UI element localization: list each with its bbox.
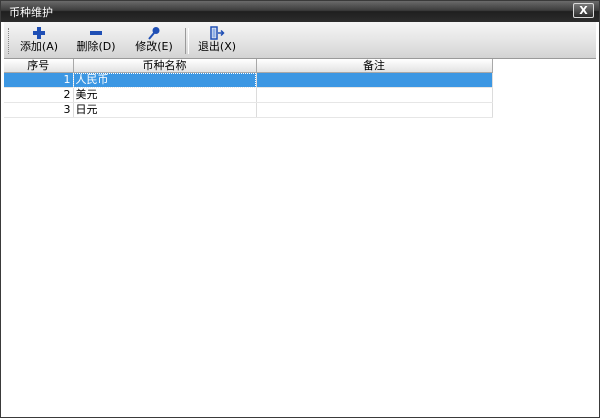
toolbar-grip[interactable] [8,28,12,54]
toolbar-separator [185,28,189,54]
add-button-label: 添加(A) [19,40,59,53]
window-title: 币种维护 [9,6,53,19]
title-bar[interactable]: 币种维护 X [1,1,599,22]
close-button[interactable]: X [573,3,594,18]
plus-icon [33,27,45,39]
table-row[interactable]: 2 美元 [4,87,493,103]
edit-icon [148,27,160,40]
delete-button-label: 删除(D) [76,40,116,53]
column-header-currency-name[interactable]: 币种名称 [73,59,257,73]
currency-maintenance-window: 币种维护 X 添加(A) 删除(D) 修改(E) 退出(X) 序号 币种名称 备… [0,0,600,418]
toolbar: 添加(A) 删除(D) 修改(E) 退出(X) [4,22,596,59]
cell-seq[interactable]: 1 [4,72,74,88]
currency-grid[interactable]: 序号 币种名称 备注 1 人民币 2 美元 3 日元 [4,59,493,118]
cell-currency-name[interactable]: 美元 [73,87,257,103]
delete-button[interactable]: 删除(D) [76,25,116,57]
table-row[interactable]: 3 日元 [4,102,493,118]
cell-seq[interactable]: 2 [4,87,74,103]
cell-currency-name[interactable]: 日元 [73,102,257,118]
column-header-seq[interactable]: 序号 [4,59,74,73]
cell-note[interactable] [256,87,493,103]
edit-button-label: 修改(E) [135,40,173,53]
cell-seq[interactable]: 3 [4,102,74,118]
cell-note[interactable] [256,72,493,88]
exit-button[interactable]: 退出(X) [197,25,237,57]
cell-note[interactable] [256,102,493,118]
exit-door-icon [210,26,225,40]
table-row[interactable]: 1 人民币 [4,72,493,88]
minus-icon [90,31,102,35]
add-button[interactable]: 添加(A) [19,25,59,57]
column-header-note[interactable]: 备注 [256,59,493,73]
exit-button-label: 退出(X) [197,40,237,53]
grid-header-row: 序号 币种名称 备注 [4,59,493,73]
cell-currency-name[interactable]: 人民币 [73,72,257,88]
edit-button[interactable]: 修改(E) [134,25,174,57]
